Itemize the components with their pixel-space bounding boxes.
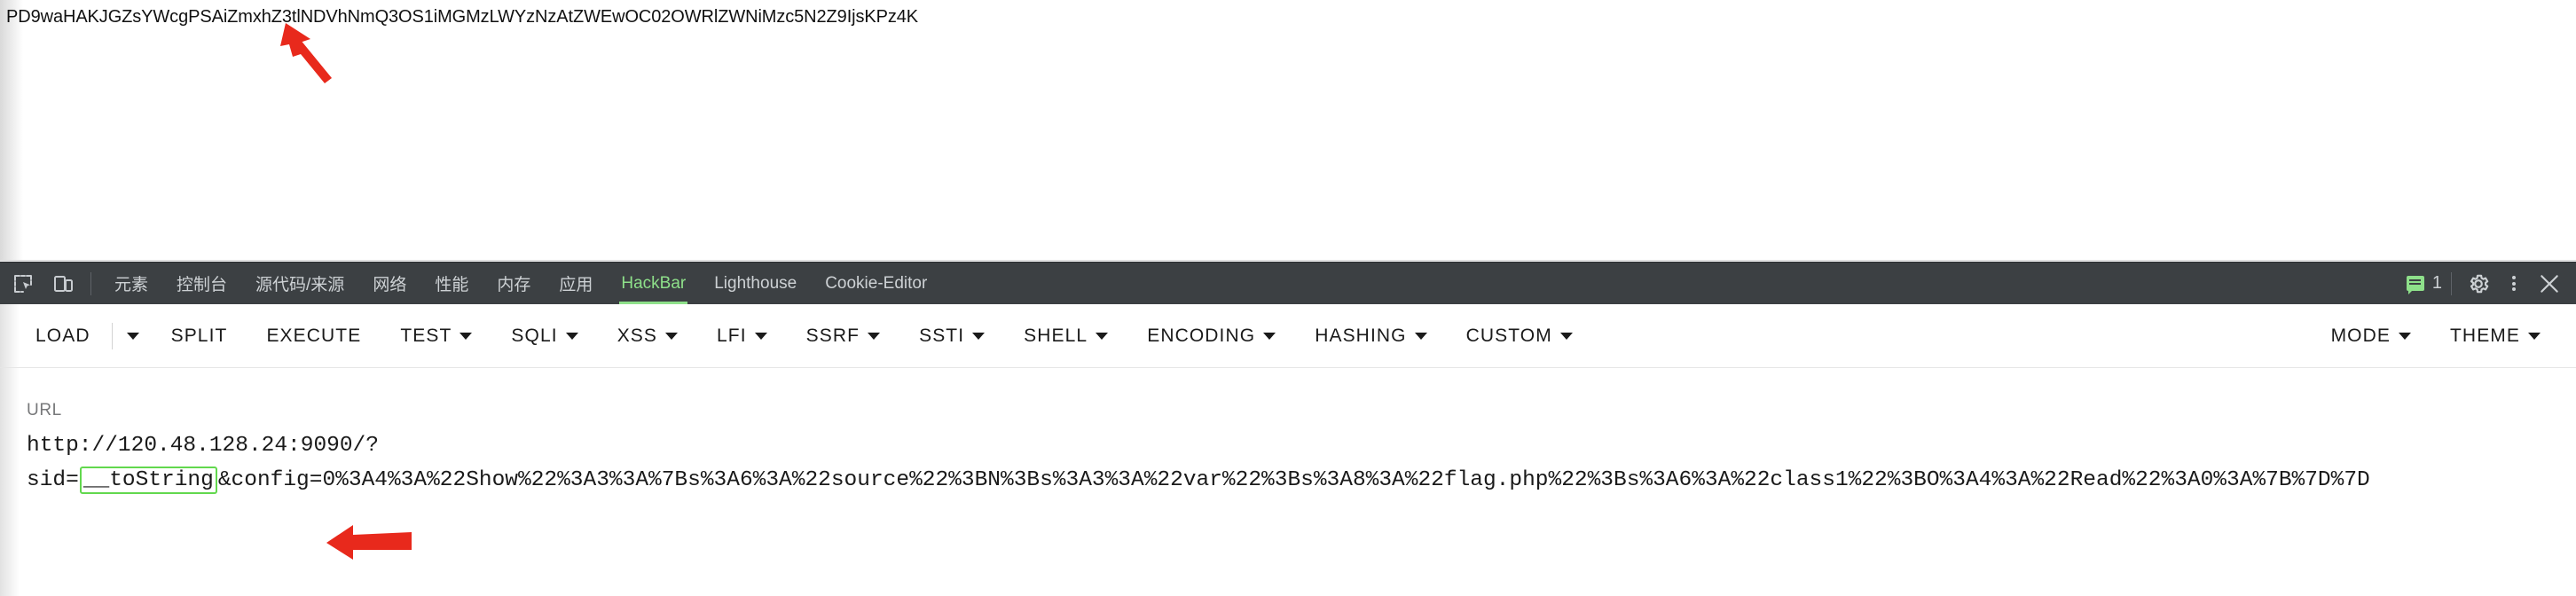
chevron-down-icon	[459, 332, 473, 340]
toolbar-left-edge-shadow	[0, 304, 20, 367]
devtools-tab-bar: 元素 控制台 源代码/来源 网络 性能 内存 应用 HackBar Lighth…	[0, 262, 2576, 304]
button-label: SSRF	[805, 325, 860, 346]
panel-left-edge-shadow	[0, 368, 20, 596]
tab-console[interactable]: 控制台	[162, 263, 241, 304]
chevron-down-icon	[565, 332, 578, 340]
chevron-down-icon	[2528, 332, 2541, 340]
hackbar-theme-button[interactable]: THEME	[2431, 313, 2560, 359]
button-label: THEME	[2450, 325, 2520, 346]
chevron-down-icon	[868, 332, 881, 340]
url-value-suffix: &config=0%3A4%3A%22Show%22%3A3%3A%7Bs%3A…	[217, 468, 2370, 492]
hackbar-load-button[interactable]: LOAD	[16, 313, 110, 359]
button-label: SPLIT	[170, 325, 228, 346]
toolbar-divider	[90, 271, 91, 295]
devtools-tabbar-right-controls: 1	[2406, 266, 2576, 302]
tab-elements[interactable]: 元素	[100, 263, 162, 304]
tab-cookie-editor[interactable]: Cookie-Editor	[811, 263, 941, 304]
tab-memory[interactable]: 内存	[483, 263, 545, 304]
hackbar-test-button[interactable]: TEST	[381, 313, 491, 359]
button-label: SQLI	[511, 325, 558, 346]
base64-output-text: PD9waHAKJGZsYWcgPSAiZmxhZ3tlNDVhNmQ3OS1i…	[6, 7, 919, 27]
tab-network[interactable]: 网络	[358, 263, 420, 304]
tab-sources[interactable]: 源代码/来源	[241, 263, 358, 304]
hackbar-load-dropdown-button[interactable]	[114, 313, 152, 359]
toolbar-divider	[2451, 271, 2452, 295]
tab-label: 控制台	[177, 276, 228, 294]
chevron-down-icon	[1414, 332, 1427, 340]
chevron-down-icon	[1559, 332, 1573, 340]
url-field-label: URL	[27, 401, 62, 420]
message-bubble-icon	[2406, 276, 2424, 294]
chevron-down-icon	[754, 332, 767, 340]
hackbar-hashing-button[interactable]: HASHING	[1295, 313, 1446, 359]
message-count: 1	[2431, 273, 2442, 293]
hackbar-encoding-button[interactable]: ENCODING	[1127, 313, 1295, 359]
tab-label: 性能	[435, 276, 469, 294]
url-highlighted-token[interactable]: __toString	[79, 467, 217, 494]
button-label: EXECUTE	[266, 325, 362, 346]
device-toolbar-icon[interactable]	[46, 266, 82, 302]
button-label: HASHING	[1315, 325, 1407, 346]
chevron-down-icon	[126, 332, 139, 340]
hackbar-xss-button[interactable]: XSS	[598, 313, 697, 359]
tab-application[interactable]: 应用	[545, 263, 607, 304]
hackbar-ssti-button[interactable]: SSTI	[899, 313, 1004, 359]
toolbar-divider	[111, 322, 113, 349]
chevron-down-icon	[1263, 332, 1276, 340]
devtools-tabs-list: 元素 控制台 源代码/来源 网络 性能 内存 应用 HackBar Lighth…	[100, 263, 941, 304]
gear-icon[interactable]	[2461, 266, 2496, 302]
page-left-edge-shadow	[0, 0, 23, 260]
tab-label: HackBar	[621, 273, 687, 293]
chevron-down-icon	[2399, 332, 2411, 340]
chevron-down-icon	[972, 332, 986, 340]
button-label: TEST	[400, 325, 452, 346]
tab-label: 网络	[373, 276, 407, 294]
close-icon[interactable]	[2532, 266, 2567, 302]
hackbar-url-panel: URL http://120.48.128.24:9090/? sid= __to…	[0, 368, 2576, 596]
button-label: ENCODING	[1147, 325, 1256, 346]
tab-performance[interactable]: 性能	[420, 263, 483, 304]
tab-label: Lighthouse	[714, 273, 797, 293]
tab-label: 应用	[559, 276, 593, 294]
chevron-down-icon	[665, 332, 679, 340]
hackbar-shell-button[interactable]: SHELL	[1004, 313, 1127, 359]
button-label: MODE	[2330, 325, 2391, 346]
tab-label: Cookie-Editor	[825, 273, 928, 293]
hackbar-execute-button[interactable]: EXECUTE	[247, 313, 381, 359]
chevron-down-icon	[1096, 332, 1109, 340]
inspect-element-icon[interactable]	[5, 266, 41, 302]
button-label: LOAD	[35, 325, 90, 346]
hackbar-lfi-button[interactable]: LFI	[697, 313, 787, 359]
tab-lighthouse[interactable]: Lighthouse	[700, 263, 811, 304]
hackbar-custom-button[interactable]: CUSTOM	[1447, 313, 1592, 359]
button-label: LFI	[717, 325, 747, 346]
button-label: SSTI	[919, 325, 965, 346]
button-label: SHELL	[1024, 325, 1088, 346]
tab-label: 内存	[497, 276, 531, 294]
hackbar-sqli-button[interactable]: SQLI	[491, 313, 597, 359]
hackbar-split-button[interactable]: SPLIT	[152, 313, 247, 359]
url-input[interactable]: http://120.48.128.24:9090/? sid= __toStri…	[27, 428, 2558, 498]
hackbar-mode-button[interactable]: MODE	[2312, 313, 2431, 359]
tab-hackbar[interactable]: HackBar	[607, 263, 700, 304]
button-label: XSS	[617, 325, 658, 346]
button-label: CUSTOM	[1465, 325, 1552, 346]
tab-label: 源代码/来源	[255, 276, 345, 294]
console-message-badge[interactable]: 1	[2406, 273, 2442, 294]
tab-label: 元素	[114, 276, 149, 294]
hackbar-ssrf-button[interactable]: SSRF	[787, 313, 899, 359]
hackbar-toolbar: LOAD SPLIT EXECUTE TEST SQLI XSS LFI SSR…	[0, 304, 2576, 368]
browser-page-content: PD9waHAKJGZsYWcgPSAiZmxhZ3tlNDVhNmQ3OS1i…	[0, 0, 2576, 261]
more-options-icon[interactable]	[2496, 266, 2532, 302]
